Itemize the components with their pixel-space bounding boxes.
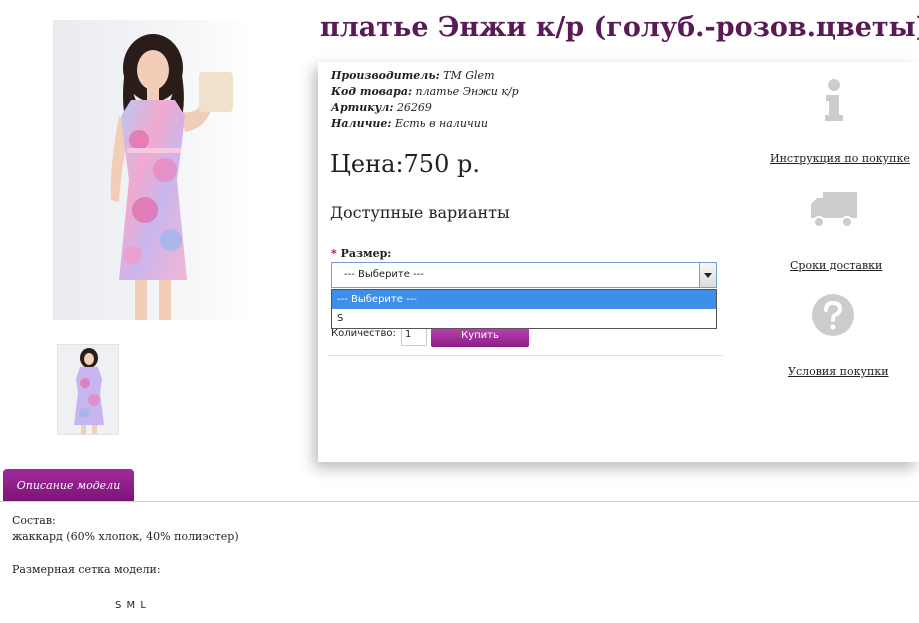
spec-availability: Наличие: Есть в наличии xyxy=(331,116,519,132)
spec-manufacturer: Производитель: TM Glem xyxy=(331,68,519,84)
spec-product-code: Код товара: платье Энжи к/р xyxy=(331,84,519,100)
spec-value: Есть в наличии xyxy=(395,117,488,130)
size-chart-label: Размерная сетка модели: xyxy=(12,563,161,576)
spec-article: Артикул: 26269 xyxy=(331,100,519,116)
product-price: Цена:750 р. xyxy=(330,150,480,178)
tab-description[interactable]: Описание модели xyxy=(3,469,134,501)
size-dropdown-list: --- Выберите --- S xyxy=(331,289,717,329)
product-main-image[interactable] xyxy=(53,20,253,320)
delivery-terms-link[interactable]: Сроки доставки xyxy=(790,259,882,272)
product-thumbnail[interactable] xyxy=(57,344,119,435)
spec-value: TM Glem xyxy=(443,69,495,82)
product-title: платье Энжи к/р (голуб.-розов.цветы) xyxy=(320,12,919,43)
dress-photo-illustration xyxy=(110,34,233,320)
truck-icon xyxy=(811,192,857,228)
available-options-title: Доступные варианты xyxy=(330,203,510,222)
size-chart-header: S M L xyxy=(115,600,147,611)
size-label: * Размер: xyxy=(331,247,391,260)
purchase-divider xyxy=(328,355,723,356)
composition-label: Состав: xyxy=(12,514,56,527)
product-info-panel: Производитель: TM Glem Код товара: плать… xyxy=(318,62,919,462)
purchase-instructions-link[interactable]: Инструкция по покупке xyxy=(770,152,910,165)
spec-value: платье Энжи к/р xyxy=(415,85,519,98)
chevron-down-icon[interactable] xyxy=(699,263,716,287)
dress-thumbnail-illustration xyxy=(74,348,104,434)
product-specs: Производитель: TM Glem Код товара: плать… xyxy=(331,68,519,132)
size-select[interactable]: --- Выберите --- xyxy=(331,262,717,288)
spec-key: Производитель: xyxy=(331,69,440,82)
purchase-conditions-link[interactable]: Условия покупки xyxy=(788,365,889,378)
required-marker: * xyxy=(331,247,337,260)
question-icon xyxy=(812,294,854,336)
spec-value: 26269 xyxy=(396,101,432,114)
tab-divider xyxy=(0,501,919,502)
size-label-text: Размер: xyxy=(340,247,392,260)
size-select-value: --- Выберите --- xyxy=(344,269,424,280)
spec-key: Код товара: xyxy=(331,85,413,98)
composition-value: жаккард (60% хлопок, 40% полиэстер) xyxy=(12,530,239,543)
spec-key: Артикул: xyxy=(331,101,394,114)
size-option-placeholder[interactable]: --- Выберите --- xyxy=(332,290,716,309)
spec-key: Наличие: xyxy=(331,117,392,130)
info-icon xyxy=(825,79,843,121)
quantity-label: Количество: xyxy=(331,328,396,339)
product-description: Состав: жаккард (60% хлопок, 40% полиэст… xyxy=(12,513,239,578)
size-option-s[interactable]: S xyxy=(332,309,716,328)
